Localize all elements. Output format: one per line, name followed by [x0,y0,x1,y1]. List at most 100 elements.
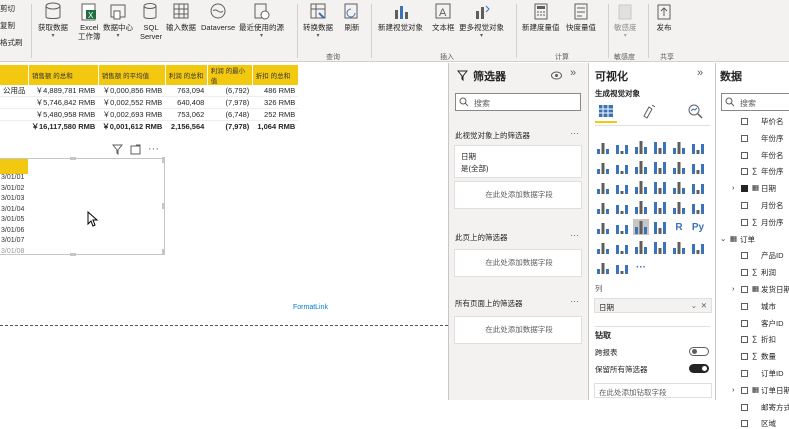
filled-map-visual-icon[interactable] [614,199,630,215]
build-visual-tab[interactable] [595,101,617,123]
field-item-label[interactable]: 发货日期 [761,284,789,295]
excel-button[interactable]: X Excel 工作簿 [78,2,101,41]
donut-visual-icon[interactable] [671,179,687,195]
field-item-label[interactable]: 客户ID [761,318,784,329]
field-checkbox[interactable] [741,218,748,226]
R-visual-icon[interactable]: R [671,219,687,235]
narrative-visual-icon[interactable] [652,239,668,255]
page-add-field-dropzone[interactable]: 在此处添加数据字段 [454,249,582,277]
resize-handle[interactable] [70,253,76,256]
format-link[interactable]: FormatLink [293,304,328,311]
expand-icon[interactable]: › [732,385,735,394]
date-table-visual[interactable]: 3/01/01 3/01/02 3/01/03 3/01/04 3/01/05 … [0,158,165,255]
field-checkbox[interactable] [741,185,748,193]
field-item-label[interactable]: 日期 [761,183,776,194]
matrix-visual-icon[interactable] [652,219,668,235]
field-item-label[interactable]: 邮寄方式 [761,402,789,413]
report-canvas[interactable]: 销售额 的总和 销售额 的平均值 利润 的总和 利润 的最小值 折扣 的总和 公… [0,63,448,400]
collapse-filters-icon[interactable]: » [570,67,576,79]
map-visual-icon[interactable] [595,199,611,215]
summary-table[interactable]: 销售额 的总和 销售额 的平均值 利润 的总和 利润 的最小值 折扣 的总和 公… [0,65,299,132]
gauge-visual-icon[interactable] [652,199,668,215]
field-item-label[interactable]: 订单日期 [761,385,789,396]
filter-icon[interactable] [112,144,123,155]
refresh-button[interactable]: 刷新 [343,2,361,32]
data-hub-button[interactable]: 数据中心 ▾ [103,2,133,41]
sql-server-button[interactable]: SQL Server [140,2,162,41]
field-checkbox[interactable] [741,370,748,377]
key-influencers-visual-icon[interactable] [595,239,611,255]
expand-icon[interactable]: › [732,183,735,192]
pie-visual-icon[interactable] [652,179,668,195]
focus-mode-icon[interactable] [130,144,141,155]
100-column-visual-icon[interactable] [690,139,706,155]
field-item-label[interactable]: 年份序 [761,166,784,177]
field-checkbox[interactable] [741,151,748,159]
column-field-well[interactable]: 日期 ⌄ ✕ [594,298,712,313]
eye-icon[interactable] [551,71,562,80]
clustered-bar-visual-icon[interactable] [633,139,649,155]
expand-icon[interactable]: › [732,284,735,293]
publish-button[interactable]: 发布 [655,2,673,32]
more-options-icon[interactable]: ··· [148,143,159,155]
field-item-label[interactable]: 年份序 [761,133,784,144]
field-checkbox[interactable] [741,269,748,277]
field-checkbox[interactable] [741,420,748,428]
enter-data-button[interactable]: 输入数据 [166,2,196,32]
field-item-label[interactable]: 订单ID [761,368,784,379]
column-header[interactable]: 折扣 的总和 [252,65,299,85]
close-icon[interactable]: ✕ [701,301,707,310]
all-pages-add-field-dropzone[interactable]: 在此处添加数据字段 [454,316,582,344]
textbox-button[interactable]: A 文本框 [432,2,455,32]
treemap-visual-icon[interactable] [690,179,706,195]
dataverse-button[interactable]: Dataverse [201,2,235,32]
get-data-button[interactable]: 获取数据 ▾ [38,2,68,41]
field-item-label[interactable]: 数量 [761,351,776,362]
field-checkbox[interactable] [741,302,748,310]
field-item-label[interactable]: 城市 [761,301,776,312]
clustered-column-visual-icon[interactable] [652,139,668,155]
scatter-visual-icon[interactable] [633,179,649,195]
sensitivity-button[interactable]: 敏感度 ▾ [614,2,637,41]
card-visual-icon[interactable] [671,199,687,215]
more-options-icon[interactable]: ··· [570,230,579,240]
date-column-header[interactable] [0,159,28,174]
power-apps-visual-icon[interactable] [595,259,611,275]
power-automate-visual-icon[interactable] [614,259,630,275]
field-item-label[interactable]: 月份序 [761,217,784,228]
visual-add-field-dropzone[interactable]: 在此处添加数据字段 [454,181,582,209]
copy-button[interactable]: 复制 [0,20,15,31]
transform-data-button[interactable]: 转换数据 ▾ [303,2,333,41]
trophy-visual-icon[interactable] [690,239,706,255]
waterfall-visual-icon[interactable] [595,179,611,195]
cut-button[interactable]: 剪切 [0,3,15,14]
field-item-label[interactable]: 订单 [740,234,755,245]
more-visual-icon[interactable]: ··· [633,259,649,275]
field-item-label[interactable]: 区域 [761,418,776,429]
filter-card-date[interactable]: 日期 是(全部) [454,145,582,178]
funnel-visual-icon[interactable] [614,179,630,195]
more-visuals-button[interactable]: 更多视觉对象 ▾ [459,2,504,41]
paginated-visual-icon[interactable] [671,239,687,255]
field-item-label[interactable]: 月份名 [761,200,784,211]
filters-search-input[interactable]: 搜索 [455,93,581,111]
format-painter-button[interactable]: 格式刷 [0,37,23,48]
column-header[interactable]: 利润 的最小值 [207,65,253,85]
field-checkbox[interactable] [741,386,748,394]
column-header[interactable]: 销售额 的总和 [28,65,99,85]
keep-filters-toggle[interactable] [689,364,709,373]
more-options-icon[interactable]: ··· [570,296,579,306]
field-checkbox[interactable] [741,134,748,142]
quick-measure-button[interactable]: 快度量值 [566,2,596,32]
multi-card-visual-icon[interactable] [690,199,706,215]
resize-handle[interactable] [162,249,165,255]
field-checkbox[interactable] [741,252,748,260]
resize-handle[interactable] [162,157,165,163]
stacked-area-visual-icon[interactable] [633,159,649,175]
cross-report-toggle[interactable] [689,347,709,356]
field-checkbox[interactable] [741,168,748,176]
field-item-label[interactable]: 年份名 [761,150,784,161]
line-visual-icon[interactable] [595,159,611,175]
decomp-tree-visual-icon[interactable] [614,239,630,255]
field-checkbox[interactable] [741,353,748,361]
